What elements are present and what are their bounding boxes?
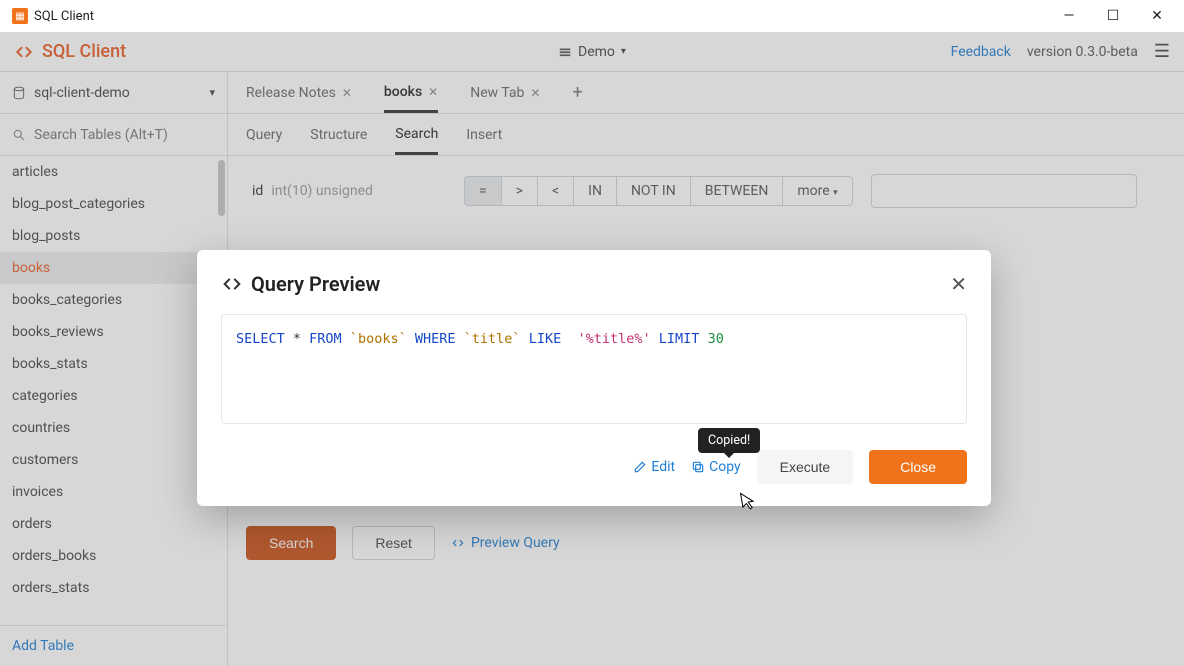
sql-token: SELECT	[236, 331, 285, 347]
sql-token: WHERE	[415, 331, 456, 347]
sql-token: LIKE	[529, 331, 562, 347]
close-button[interactable]: Close	[869, 450, 967, 484]
sql-token: LIMIT	[659, 331, 700, 347]
query-preview-modal: Query Preview ✕ SELECT * FROM `books` WH…	[197, 250, 991, 506]
os-titlebar: ▦ SQL Client ― ☐ ✕	[0, 0, 1184, 32]
sql-token: 30	[708, 331, 724, 347]
sql-token	[456, 331, 464, 347]
sql-token: *	[285, 331, 309, 347]
copy-label: Copy	[709, 459, 741, 475]
sql-preview: SELECT * FROM `books` WHERE `title` LIKE…	[221, 314, 967, 424]
close-window-button[interactable]: ✕	[1144, 8, 1170, 24]
app-icon: ▦	[12, 8, 28, 24]
code-icon	[221, 273, 243, 295]
edit-icon	[633, 460, 647, 474]
execute-button[interactable]: Execute	[757, 450, 854, 484]
sql-token: `title`	[464, 331, 521, 347]
maximize-button[interactable]: ☐	[1100, 8, 1126, 24]
sql-token	[699, 331, 707, 347]
sql-token: `books`	[350, 331, 407, 347]
app-title: SQL Client	[34, 9, 94, 24]
copy-icon	[691, 460, 705, 474]
modal-close-button[interactable]: ✕	[950, 272, 967, 296]
sql-token	[407, 331, 415, 347]
window-controls: ― ☐ ✕	[1056, 8, 1176, 24]
edit-label: Edit	[651, 459, 675, 475]
sql-token: '%title%'	[577, 331, 650, 347]
sql-token	[342, 331, 350, 347]
sql-token	[561, 331, 577, 347]
modal-title: Query Preview	[251, 272, 380, 296]
sql-token	[651, 331, 659, 347]
copy-button[interactable]: Copy	[691, 459, 741, 475]
sql-token: FROM	[309, 331, 342, 347]
edit-button[interactable]: Edit	[633, 459, 675, 475]
sql-token	[521, 331, 529, 347]
copied-tooltip: Copied!	[698, 428, 760, 453]
minimize-button[interactable]: ―	[1056, 8, 1082, 24]
titlebar-left: ▦ SQL Client	[8, 8, 94, 24]
